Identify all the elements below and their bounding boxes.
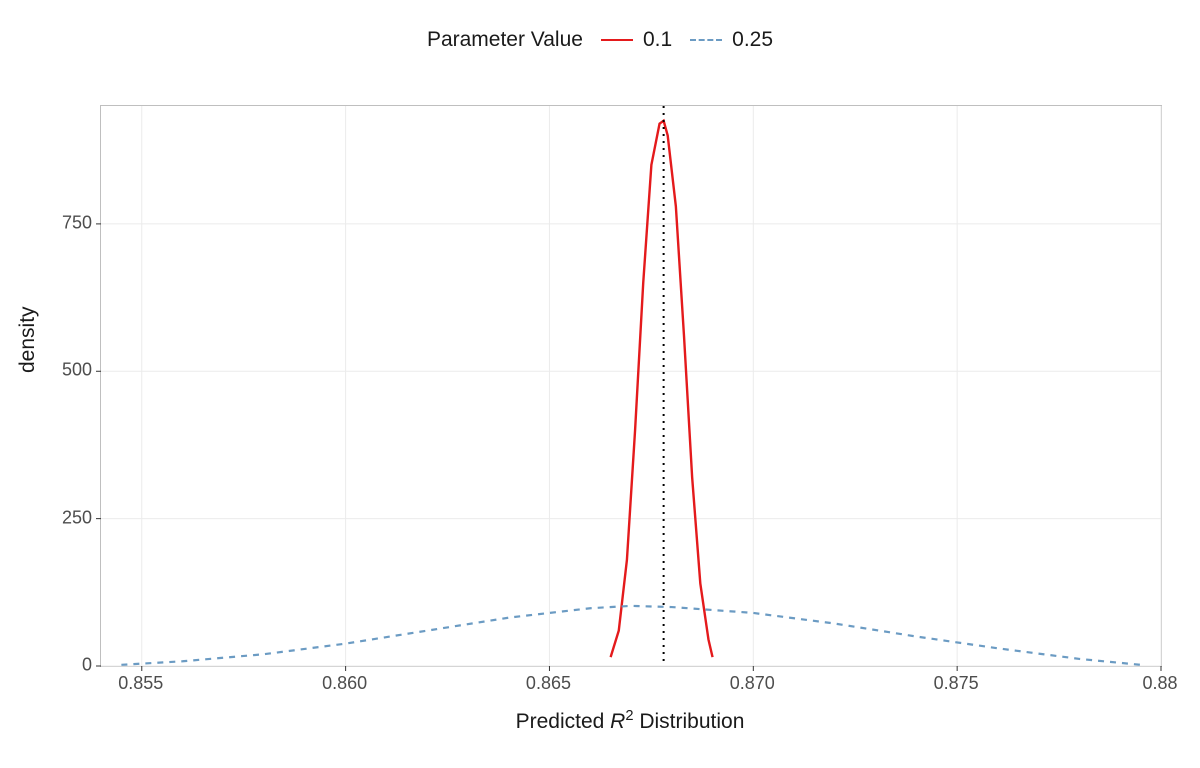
tick-marks	[96, 224, 1161, 671]
x-tick-label: 0.88	[1142, 673, 1177, 694]
legend-label-0: 0.1	[643, 28, 672, 52]
legend-item-0: 0.1	[601, 28, 672, 52]
legend-label-1: 0.25	[732, 28, 773, 52]
density-curve-0.25	[121, 606, 1140, 665]
xlab-prefix: Predicted	[516, 710, 611, 733]
y-tick-label: 0	[0, 655, 92, 676]
series-group	[121, 121, 1140, 665]
x-tick-label: 0.865	[526, 673, 571, 694]
x-tick-label: 0.855	[118, 673, 163, 694]
y-tick-label: 750	[0, 212, 92, 233]
plot-svg	[101, 106, 1161, 666]
x-tick-label: 0.870	[730, 673, 775, 694]
gridlines	[101, 106, 1161, 666]
x-axis-ticks: 0.8550.8600.8650.8700.8750.88	[100, 669, 1160, 699]
x-tick-label: 0.875	[934, 673, 979, 694]
legend-title: Parameter Value	[427, 28, 583, 52]
legend-swatch-dash-blue	[690, 39, 722, 41]
xlab-var: R	[610, 710, 625, 733]
legend-item-1: 0.25	[690, 28, 773, 52]
x-axis-label: Predicted R2 Distribution	[100, 708, 1160, 734]
y-tick-label: 250	[0, 507, 92, 528]
y-axis-ticks: 0250500750	[0, 105, 92, 665]
plot-panel	[100, 105, 1162, 667]
x-tick-label: 0.860	[322, 673, 367, 694]
y-tick-label: 500	[0, 360, 92, 381]
legend-swatch-solid-red	[601, 39, 633, 41]
xlab-suffix: Distribution	[634, 710, 745, 733]
legend: Parameter Value 0.1 0.25	[0, 28, 1200, 52]
figure: Parameter Value 0.1 0.25 density 0250500…	[0, 0, 1200, 768]
xlab-sup: 2	[625, 708, 633, 724]
density-curve-0.1	[611, 121, 713, 657]
